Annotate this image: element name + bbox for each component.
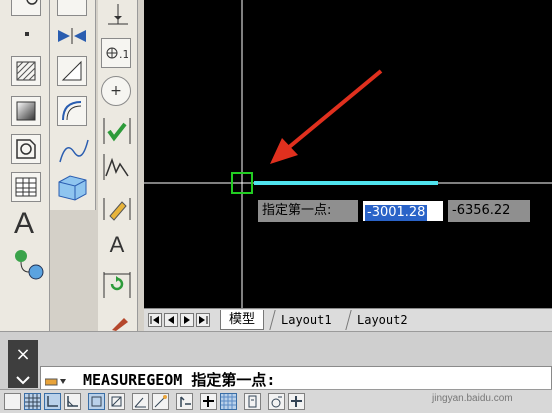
close-icon[interactable]: × bbox=[8, 344, 38, 366]
watermark-logo: Baidu 经验 bbox=[420, 367, 506, 386]
wipeout-icon[interactable] bbox=[11, 0, 41, 16]
center-mark-icon[interactable]: + bbox=[101, 76, 131, 106]
hatch-icon[interactable] bbox=[11, 56, 41, 86]
stretch-icon[interactable] bbox=[56, 26, 88, 46]
box-3d-icon[interactable] bbox=[56, 172, 90, 202]
command-window-handle[interactable]: × bbox=[8, 340, 38, 388]
draw-toolbar: A bbox=[0, 0, 50, 331]
qp-icon[interactable] bbox=[268, 393, 285, 410]
customize-icon[interactable] bbox=[15, 372, 31, 386]
dynamic-input-x-field[interactable]: -3001.28 bbox=[362, 200, 444, 222]
polar-icon[interactable] bbox=[88, 393, 105, 410]
small-dot bbox=[25, 32, 29, 36]
snap-icon[interactable] bbox=[44, 393, 61, 410]
gradient-icon[interactable] bbox=[11, 96, 41, 126]
layout-tabs-bar: 模型 Layout1 Layout2 bbox=[144, 308, 552, 331]
dimension-linear-icon[interactable] bbox=[104, 2, 132, 28]
tpy-icon[interactable] bbox=[244, 393, 261, 410]
add-selected-icon[interactable] bbox=[13, 248, 45, 280]
dimension-toolbar: .1 + A bbox=[98, 0, 138, 331]
sc-icon[interactable] bbox=[288, 393, 305, 410]
3dosnap-icon[interactable] bbox=[132, 393, 149, 410]
watermark-url: jingyan.baidu.com bbox=[432, 393, 513, 404]
tolerance-icon[interactable]: .1 bbox=[101, 38, 131, 68]
dimension-style-icon[interactable] bbox=[110, 316, 132, 331]
status-bar: Baidu 经验 jingyan.baidu.com bbox=[0, 367, 552, 413]
dimension-text-icon[interactable]: A bbox=[102, 230, 132, 260]
first-tab-button[interactable] bbox=[148, 313, 162, 327]
multiline-text-icon[interactable]: A bbox=[14, 208, 42, 240]
boundary-icon[interactable] bbox=[11, 134, 41, 164]
tab-layout1[interactable]: Layout1 bbox=[269, 310, 343, 330]
model-icon[interactable] bbox=[4, 393, 21, 410]
ortho-icon[interactable] bbox=[64, 393, 81, 410]
dimension-update-icon[interactable] bbox=[102, 270, 132, 300]
grid-icon[interactable] bbox=[24, 393, 41, 410]
next-tab-button[interactable] bbox=[180, 313, 194, 327]
jogged-linear-icon[interactable] bbox=[102, 152, 132, 182]
svg-text:.1: .1 bbox=[119, 48, 128, 61]
table-icon[interactable] bbox=[11, 172, 41, 202]
command-text: MEASUREGEOM 指定第一点: bbox=[83, 371, 276, 389]
region-icon[interactable] bbox=[57, 56, 87, 86]
red-arrow-annotation bbox=[270, 69, 383, 164]
ducs-icon[interactable] bbox=[176, 393, 193, 410]
edit-dimension-icon[interactable] bbox=[102, 196, 132, 222]
tab-model[interactable]: 模型 bbox=[220, 310, 265, 330]
otrack-icon[interactable] bbox=[152, 393, 169, 410]
drawing-canvas[interactable]: 指定第一点: -3001.28 -6356.22 bbox=[144, 0, 552, 308]
last-tab-button[interactable] bbox=[196, 313, 210, 327]
dynamic-input-y-field[interactable]: -6356.22 bbox=[448, 200, 530, 222]
rectangle-icon[interactable] bbox=[57, 0, 87, 16]
inspection-icon[interactable] bbox=[102, 116, 132, 146]
previous-tab-button[interactable] bbox=[164, 313, 178, 327]
fillet-icon[interactable] bbox=[57, 96, 87, 126]
tab-layout2[interactable]: Layout2 bbox=[345, 310, 419, 330]
command-prompt-icon bbox=[44, 373, 67, 386]
dynamic-input-x-value: -3001.28 bbox=[365, 205, 428, 221]
dynamic-input-prompt: 指定第一点: bbox=[258, 200, 358, 222]
spline-icon[interactable] bbox=[58, 136, 90, 166]
lwt-icon[interactable] bbox=[220, 393, 237, 410]
modify-toolbar bbox=[50, 0, 96, 210]
dyn-icon[interactable] bbox=[200, 393, 217, 410]
osnap-icon[interactable] bbox=[108, 393, 125, 410]
